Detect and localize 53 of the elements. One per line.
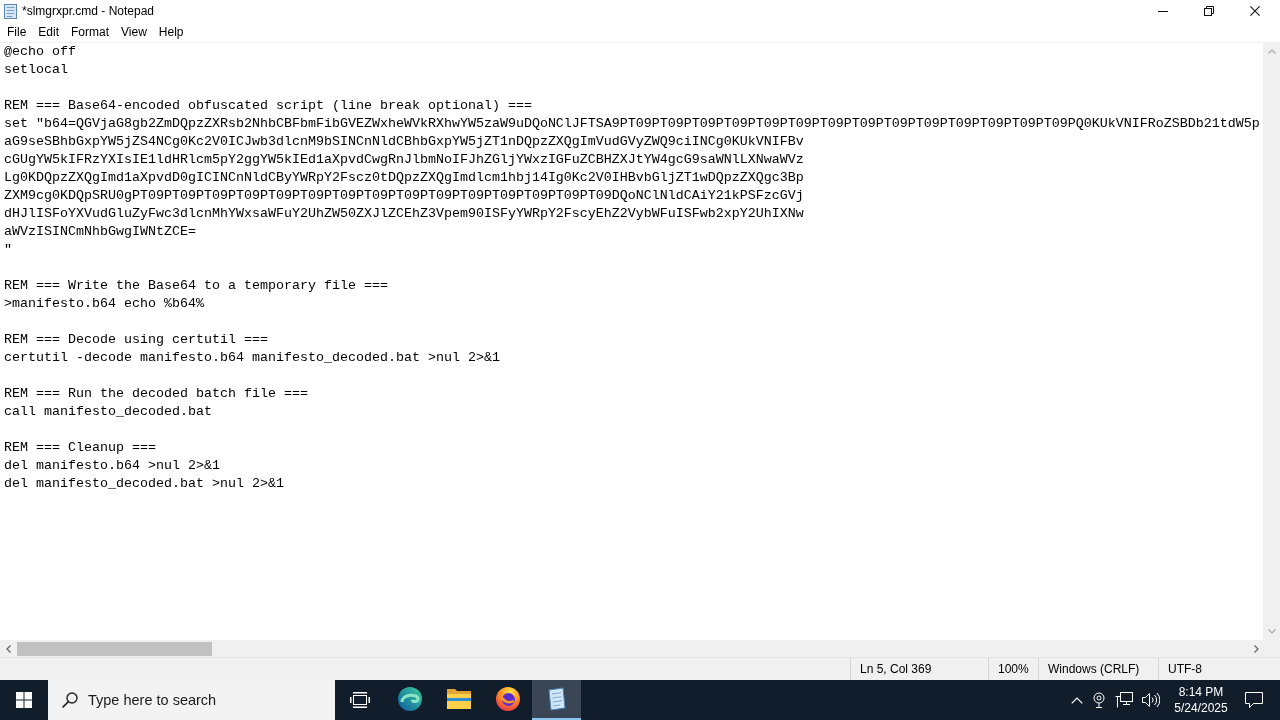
close-icon [1250,6,1260,16]
clock-button[interactable]: 8:14 PM 5/24/2025 [1170,684,1232,716]
code-line: certutil -decode manifesto.b64 manifesto_decoded.bat >nul 2>&1 [4,349,500,367]
webcam-icon[interactable] [1092,692,1106,708]
menu-item[interactable]: File [1,22,33,42]
search-field[interactable]: Type here to search [48,680,335,720]
code-line: setlocal [4,61,68,79]
code-line: call manifesto_decoded.bat [4,403,212,421]
code-line: REM === Run the decoded batch file === [4,385,308,403]
code-line: " [4,241,12,259]
menu-item[interactable]: Format [65,22,116,42]
cursor-position: Ln 5, Col 369 [860,662,932,676]
browser-icon [397,687,422,711]
code-line: ZXM9cg0KDQpSRU0gPT09PT09PT09PT09PT09PT09PT09PT09PT09PT09PT09PT09PT09PT09PT09DQoNClNldCAiY21kPSFzcGVj [4,187,804,205]
code-line: >manifesto.b64 echo %b64% [4,295,204,313]
notepad-icon [4,3,17,19]
search-icon [62,692,78,708]
network-icon[interactable] [1115,692,1133,708]
menu-item[interactable]: Help [152,22,190,42]
scroll-right-icon[interactable] [1254,644,1259,653]
task-view-icon [350,692,370,708]
menu-item[interactable]: Edit [32,22,66,42]
code-line: cGUgYW5kIFRzYXIsIE1ldHRlcm5pY2ggYW5kIEd1aXpvdCwgRnJlbmNoIFJhZGljYWxzIGFuZCBHZXJtYW4gcG9saWNlLXNwaWVz [4,151,804,169]
browser-icon [495,687,520,711]
scroll-left-icon[interactable] [6,644,11,653]
code-line: del manifesto.b64 >nul 2>&1 [4,457,220,475]
menu-item[interactable]: View [115,22,153,42]
notification-icon[interactable] [1245,692,1263,708]
code-line: REM === Decode using certutil === [4,331,268,349]
line-ending: Windows (CRLF) [1048,662,1140,676]
code-line: aG9seSBhbGxpYW5jZS4NCg0Kc2V0ICJwb3dlcnM9bSINCnNldCBhbGxpYW5jZT1nDQpzZXQgImVudGVyZWQ9ciINCg0KUkVNIFBv [4,133,804,151]
code-line: REM === Write the Base64 to a temporary file === [4,277,388,295]
taskbar-button[interactable] [532,680,581,720]
code-line: dHJlISFoYXVudGluZyFwc3dlcnMhYWxsaWFuY2UhZW50ZXJlZCEhZ3Vpem90ISFyYWRpY2FscyEhZ2VybWFuISFwb2xpY2UhIXNw [4,205,804,223]
chevron-up-icon[interactable] [1071,696,1083,704]
code-line: REM === Cleanup === [4,439,156,457]
folder-icon [446,689,471,709]
code-line: Lg0KDQpzZXQgImd1aXpvdD0gICINCnNldCByYWRpY2Fscz0tDQpzZXQgImdlcm1hbj14Ig0Kc2V0IHBvbGljZT1wDQpzZXQgc3Bp [4,169,804,187]
code-line: set "b64=QGVjaG8gb2ZmDQpzZXRsb2NhbCBFbmFibGVEZWxheWVkRXhwYW5zaW9uDQoNClJFTSA9PT09PT09PT09PT09PT09PT09PT09PT09PT09PT09PT09PT09PT09PT09PQ0KUkVNIFRoZSBDb21tdW5p [4,115,1260,133]
code-line: aWVzISINCmNhbGwgIWNtZCE= [4,223,196,241]
horizontal-scrollbar[interactable] [0,640,1280,657]
window-title: *slmgrxpr.cmd - Notepad [22,4,155,18]
zoom-level: 100% [998,662,1029,676]
code-line: REM === Base64-encoded obfuscated script (line break optional) === [4,97,532,115]
code-line: @echo off [4,43,76,61]
windows-logo-icon [16,692,32,708]
restore-icon [1204,6,1214,16]
speaker-icon[interactable] [1142,692,1160,708]
code-line: del manifesto_decoded.bat >nul 2>&1 [4,475,284,493]
scrollbar-thumb[interactable] [17,641,212,656]
encoding: UTF-8 [1168,662,1202,676]
notepad-icon [547,687,566,711]
minimize-icon [1158,10,1168,12]
